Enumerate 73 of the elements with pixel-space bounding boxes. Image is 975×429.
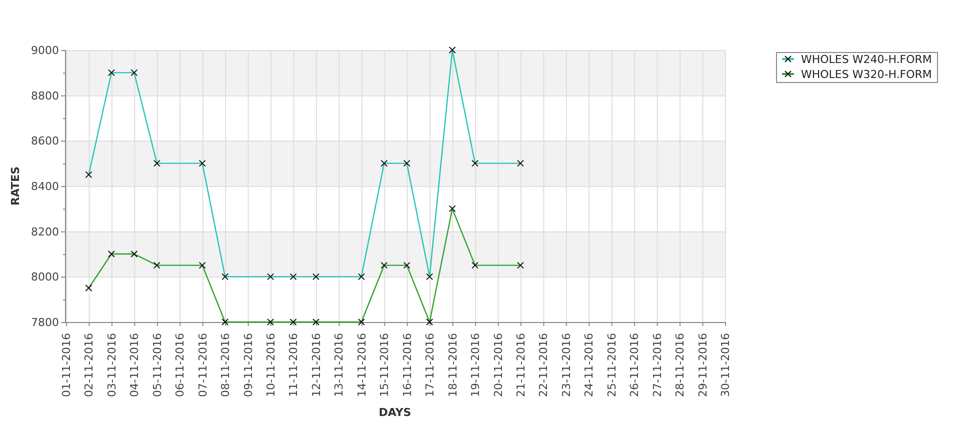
x-tick-label: 24-11-2016 [582, 333, 596, 397]
x-tick-label: 18-11-2016 [446, 333, 460, 397]
x-tick-label: 10-11-2016 [264, 333, 278, 397]
point-marker [380, 160, 388, 167]
x-tick-label: 25-11-2016 [605, 333, 618, 397]
x-tick-label: 28-11-2016 [674, 333, 687, 397]
x-tick-label: 09-11-2016 [242, 333, 255, 397]
point-marker [130, 69, 138, 76]
x-tick-label: 08-11-2016 [219, 333, 232, 397]
point-marker [380, 262, 388, 269]
point-marker [472, 160, 479, 167]
point-marker [85, 284, 92, 292]
y-tick-label: 8800 [31, 89, 59, 102]
y-axis-title: RATES [9, 166, 22, 206]
x-tick-label: 20-11-2016 [492, 333, 505, 397]
y-tick-label: 9000 [31, 44, 59, 57]
point-marker [448, 205, 456, 212]
point-marker [290, 318, 297, 326]
point-marker [130, 250, 138, 258]
point-marker [153, 262, 160, 269]
point-marker [516, 262, 524, 269]
point-marker [85, 171, 92, 178]
point-marker [426, 318, 434, 326]
x-tick-label: 22-11-2016 [537, 333, 550, 397]
x-tick-label: 12-11-2016 [310, 333, 323, 397]
x-tick-label: 11-11-2016 [287, 333, 300, 397]
point-marker [222, 318, 229, 326]
x-tick-label: 05-11-2016 [150, 333, 164, 397]
x-tick-label: 06-11-2016 [174, 333, 187, 397]
y-tick-label: 8600 [31, 134, 59, 148]
point-marker [198, 262, 206, 269]
x-tick-label: 26-11-2016 [628, 333, 642, 397]
x-axis-title: DAYS [378, 406, 412, 419]
x-tick-label: 04-11-2016 [128, 333, 142, 397]
x-tick-label: 03-11-2016 [105, 333, 118, 397]
point-marker [448, 46, 456, 54]
x-tick-label: 14-11-2016 [355, 333, 368, 397]
x-tick-label: 16-11-2016 [400, 333, 414, 397]
y-tick-label: 8000 [31, 270, 59, 284]
point-marker [198, 160, 206, 167]
x-tick-label: 17-11-2016 [424, 333, 437, 397]
point-marker [153, 160, 160, 167]
x-tick-label: 13-11-2016 [332, 333, 346, 397]
x-tick-label: 07-11-2016 [196, 333, 210, 397]
point-marker [426, 273, 434, 280]
point-marker [267, 318, 274, 326]
x-tick-label: 01-11-2016 [60, 333, 73, 397]
x-tick-label: 27-11-2016 [650, 333, 664, 397]
point-marker [472, 262, 479, 269]
x-tick-label: 15-11-2016 [378, 333, 392, 397]
legend-label: WHOLES W240-H.FORM [801, 53, 932, 66]
y-tick-label: 8200 [31, 225, 59, 238]
point-marker [267, 273, 274, 280]
x-tick-label: 30-11-2016 [719, 333, 732, 397]
point-marker [312, 273, 320, 280]
point-marker [108, 69, 115, 76]
point-marker [516, 160, 524, 167]
point-marker [403, 262, 410, 269]
point-marker [290, 273, 297, 280]
x-tick-label: 21-11-2016 [514, 333, 528, 397]
point-marker [108, 250, 115, 258]
x-tick-label: 19-11-2016 [469, 333, 482, 397]
y-tick-label: 7800 [31, 316, 59, 329]
x-tick-label: 23-11-2016 [560, 333, 573, 397]
point-marker [312, 318, 320, 326]
legend-label: WHOLES W320-H.FORM [801, 68, 932, 81]
point-marker [403, 160, 410, 167]
point-marker [358, 318, 365, 326]
y-tick-label: 8400 [31, 180, 59, 193]
point-marker [222, 273, 229, 280]
x-tick-label: 02-11-2016 [82, 333, 96, 397]
point-marker [358, 273, 365, 280]
x-tick-label: 29-11-2016 [696, 333, 710, 397]
